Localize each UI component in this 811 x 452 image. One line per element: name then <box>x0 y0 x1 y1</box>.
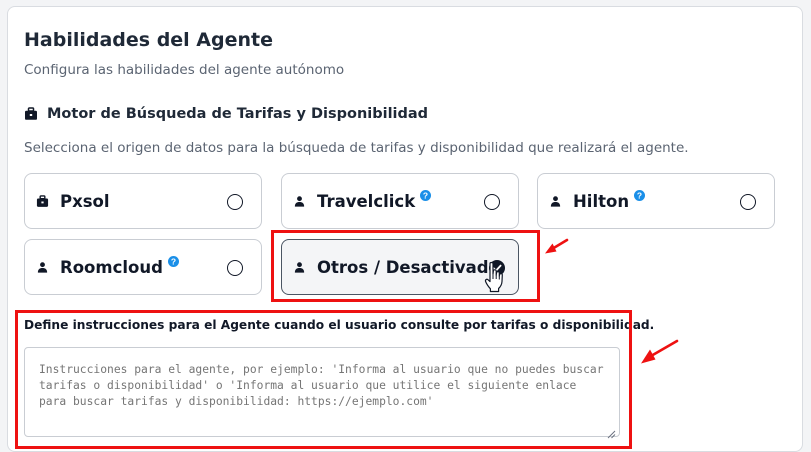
radio-button[interactable] <box>740 194 756 210</box>
briefcase-icon <box>36 194 49 208</box>
radio-button[interactable] <box>227 194 243 210</box>
svg-text:?: ? <box>637 190 642 200</box>
option-pxsol[interactable]: Pxsol <box>24 173 262 229</box>
option-label: Hilton <box>573 191 630 211</box>
radio-button[interactable] <box>484 194 500 210</box>
option-hilton[interactable]: Hilton ? <box>537 173 775 229</box>
annotation-highlight-instructions <box>15 310 632 449</box>
section-description: Selecciona el origen de datos para la bú… <box>24 140 689 156</box>
briefcase-icon <box>24 107 38 121</box>
option-travelclick[interactable]: Travelclick ? <box>281 173 519 229</box>
annotation-highlight-selected-option <box>271 230 540 302</box>
option-label: Pxsol <box>60 191 110 211</box>
section-title-text: Motor de Búsqueda de Tarifas y Disponibi… <box>47 106 429 122</box>
option-label: Travelclick <box>317 191 416 211</box>
person-icon <box>36 261 49 274</box>
annotation-arrow-icon <box>543 237 569 261</box>
annotation-arrow-icon <box>639 338 679 370</box>
help-icon[interactable]: ? <box>167 255 179 267</box>
option-label: Roomcloud <box>60 257 163 277</box>
page-subtitle: Configura las habilidades del agente aut… <box>24 62 345 78</box>
svg-text:?: ? <box>423 190 428 200</box>
help-icon[interactable]: ? <box>420 189 432 201</box>
page-title: Habilidades del Agente <box>24 29 273 51</box>
person-icon <box>549 195 562 208</box>
person-icon <box>293 195 306 208</box>
radio-button[interactable] <box>227 260 243 276</box>
section-title: Motor de Búsqueda de Tarifas y Disponibi… <box>24 106 428 122</box>
svg-text:?: ? <box>171 256 176 266</box>
option-roomcloud[interactable]: Roomcloud ? <box>24 239 262 295</box>
help-icon[interactable]: ? <box>634 189 646 201</box>
